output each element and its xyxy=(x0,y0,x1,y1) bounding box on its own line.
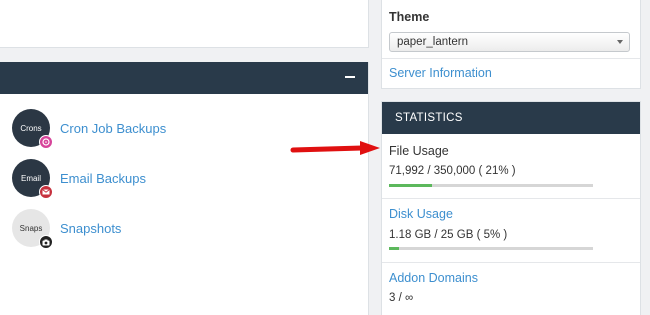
divider xyxy=(382,198,640,199)
backup-tools-panel: Crons Cron Job Backups Email Email Backu… xyxy=(0,62,369,315)
theme-label: Theme xyxy=(389,10,430,24)
tool-item-snapshots[interactable]: Snaps Snapshots xyxy=(12,208,121,249)
clock-badge-icon xyxy=(39,135,53,149)
disk-usage-progress xyxy=(389,247,593,250)
disk-usage-value: 1.18 GB / 25 GB ( 5% ) xyxy=(389,229,508,241)
email-icon[interactable]: Email xyxy=(12,159,53,199)
red-arrow-icon xyxy=(290,141,380,155)
disk-usage-progress-fill xyxy=(389,247,400,250)
theme-selected-value: paper_lantern xyxy=(397,36,468,48)
minus-icon xyxy=(345,76,355,78)
statistics-panel: STATISTICS File Usage 71,992 / 350,000 (… xyxy=(381,101,641,315)
collapse-button[interactable] xyxy=(342,69,358,85)
snapshots-link[interactable]: Snapshots xyxy=(60,221,121,236)
file-usage-label: File Usage xyxy=(389,144,449,158)
chevron-down-icon xyxy=(617,40,623,44)
backup-tools-header xyxy=(0,62,368,94)
tool-item-cron-job-backups[interactable]: Crons Cron Job Backups xyxy=(12,108,166,149)
server-information-link[interactable]: Server Information xyxy=(389,66,492,80)
addon-domains-value: 3 / ∞ xyxy=(389,292,414,304)
file-usage-progress xyxy=(389,184,593,187)
divider xyxy=(382,262,640,263)
file-usage-value: 71,992 / 350,000 ( 21% ) xyxy=(389,165,516,177)
divider xyxy=(382,58,640,59)
envelope-badge-icon xyxy=(39,185,53,199)
disk-usage-link[interactable]: Disk Usage xyxy=(389,207,453,221)
email-backups-link[interactable]: Email Backups xyxy=(60,171,146,186)
tool-item-email-backups[interactable]: Email Email Backups xyxy=(12,158,146,199)
left-top-panel xyxy=(0,0,369,48)
snaps-icon[interactable]: Snaps xyxy=(12,209,53,249)
crons-icon[interactable]: Crons xyxy=(12,109,53,149)
file-usage-progress-fill xyxy=(389,184,432,187)
addon-domains-link[interactable]: Addon Domains xyxy=(389,271,478,285)
statistics-header: STATISTICS xyxy=(382,102,640,134)
camera-badge-icon xyxy=(39,235,53,249)
cron-job-backups-link[interactable]: Cron Job Backups xyxy=(60,121,166,136)
theme-select[interactable]: paper_lantern xyxy=(389,32,630,52)
theme-panel: Theme paper_lantern Server Information xyxy=(381,0,641,89)
